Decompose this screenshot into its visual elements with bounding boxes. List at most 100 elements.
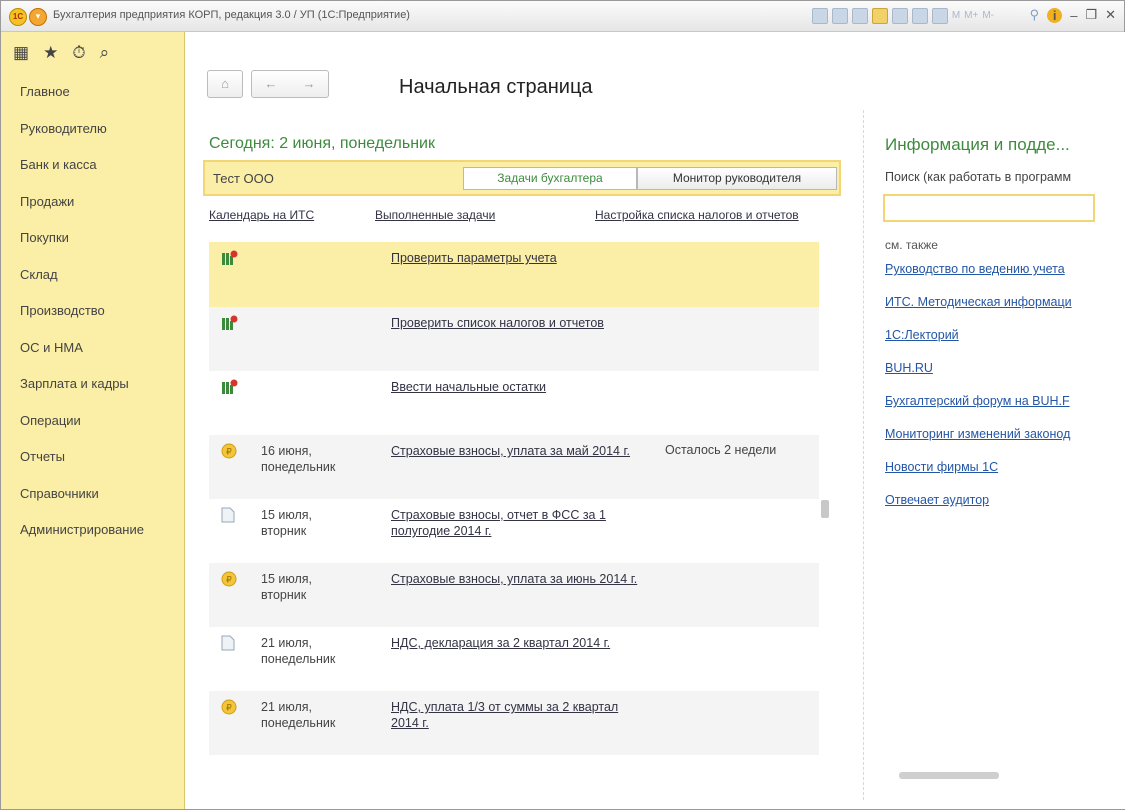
sidebar-tools: ▦ ★ ⏱ ⌕	[1, 32, 184, 74]
task-link[interactable]: НДС, уплата 1/3 от суммы за 2 квартал 20…	[391, 699, 649, 731]
task-row[interactable]: Ввести начальные остатки	[209, 371, 819, 435]
info-panel-title: Информация и подде...	[885, 135, 1070, 154]
home-icon: ⌂	[221, 76, 229, 91]
sidebar-item-admin[interactable]: Администрирование	[1, 512, 184, 549]
task-row[interactable]: ₽16 июня, понедельник Страховые взносы, у…	[209, 435, 819, 499]
task-link[interactable]: Страховые взносы, отчет в ФСС за 1 полуг…	[391, 507, 649, 539]
sidebar-item-assets[interactable]: ОС и НМА	[1, 330, 184, 367]
task-date: 21 июля, понедельник	[261, 700, 336, 730]
report-document-icon	[221, 507, 239, 523]
sidebar-item-director[interactable]: Руководителю	[1, 111, 184, 148]
tax-list-settings-link[interactable]: Настройка списка налогов и отчетов	[595, 208, 799, 222]
home-button[interactable]: ⌂	[207, 70, 243, 98]
info-link-its[interactable]: ИТС. Методическая информаци	[885, 295, 1095, 328]
info-hscrollbar[interactable]	[885, 770, 1095, 780]
back-arrow-icon[interactable]: ←	[265, 71, 278, 97]
svg-text:₽: ₽	[226, 448, 232, 458]
sidebar-item-bank[interactable]: Банк и касса	[1, 147, 184, 184]
organization-bar: Тест ООО Задачи бухгалтера Монитор руков…	[203, 160, 841, 196]
window-controls: ⚲ i – ❐ ✕	[1030, 7, 1116, 23]
favorites-icon[interactable]	[871, 8, 888, 24]
info-link-guide[interactable]: Руководство по ведению учета	[885, 262, 1095, 295]
all-functions-icon[interactable]: ▦	[13, 43, 29, 63]
organization-name: Тест ООО	[213, 171, 274, 186]
forward-arrow-icon[interactable]: →	[303, 71, 316, 97]
task-row[interactable]: 15 июля, вторник Страховые взносы, отчет …	[209, 499, 819, 563]
navigation-bar: ⌂ ← →	[207, 70, 329, 98]
task-link[interactable]: Проверить список налогов и отчетов	[391, 315, 649, 331]
info-link-news[interactable]: Новости фирмы 1С	[885, 460, 1095, 493]
title-bar: 1С ▾ Бухгалтерия предприятия КОРП, редак…	[1, 1, 1124, 32]
sidebar-item-reports[interactable]: Отчеты	[1, 439, 184, 476]
panel-divider	[863, 110, 864, 800]
task-link[interactable]: Страховые взносы, уплата за июнь 2014 г.	[391, 571, 649, 587]
sidebar-item-main[interactable]: Главное	[1, 74, 184, 111]
checklist-icon	[221, 315, 239, 331]
memory-subtract-button[interactable]: M-	[982, 8, 994, 24]
task-link[interactable]: НДС, декларация за 2 квартал 2014 г.	[391, 635, 649, 651]
task-link[interactable]: Страховые взносы, уплата за май 2014 г.	[391, 443, 649, 459]
sidebar-item-purchases[interactable]: Покупки	[1, 220, 184, 257]
sidebar-item-operations[interactable]: Операции	[1, 403, 184, 440]
tab-director-monitor[interactable]: Монитор руководителя	[637, 167, 837, 190]
svg-text:₽: ₽	[226, 704, 232, 714]
task-row[interactable]: ₽21 июля, понедельник НДС, уплата 1/3 от …	[209, 691, 819, 755]
completed-tasks-link[interactable]: Выполненные задачи	[375, 208, 495, 222]
info-links: Руководство по ведению учета ИТС. Методи…	[885, 262, 1095, 526]
task-date: 15 июля, вторник	[261, 508, 312, 538]
history-clock-icon[interactable]: ⏱	[72, 43, 85, 63]
restore-button[interactable]: ❐	[1085, 7, 1097, 23]
app-window: 1С ▾ Бухгалтерия предприятия КОРП, редак…	[0, 0, 1125, 810]
start-page: ⌂ ← → Начальная страница Сегодня: 2 июня…	[185, 32, 1125, 809]
minimize-button[interactable]: –	[1070, 8, 1077, 23]
history-arrows: ← →	[251, 70, 329, 98]
info-link-auditor[interactable]: Отвечает аудитор	[885, 493, 1095, 526]
help-search-input[interactable]	[883, 194, 1095, 222]
1c-logo-icon[interactable]: 1С	[9, 8, 27, 26]
checklist-icon	[221, 379, 239, 395]
preview-icon[interactable]	[851, 8, 868, 24]
connect-icon[interactable]: ⚲	[1030, 7, 1040, 23]
history-icon[interactable]	[891, 8, 908, 24]
task-row[interactable]: Проверить список налогов и отчетов	[209, 307, 819, 371]
sections-panel: ▦ ★ ⏱ ⌕ Главное Руководителю Банк и касс…	[1, 32, 185, 809]
sidebar-item-salary[interactable]: Зарплата и кадры	[1, 366, 184, 403]
title-toolbar: M M+ M-	[811, 8, 994, 24]
sidebar-menu: Главное Руководителю Банк и касса Продаж…	[1, 74, 184, 549]
tab-accountant-tasks[interactable]: Задачи бухгалтера	[463, 167, 637, 190]
calculator-icon[interactable]	[911, 8, 928, 24]
search-label: Поиск (как работать в программ	[885, 170, 1072, 184]
window-title: Бухгалтерия предприятия КОРП, редакция 3…	[53, 9, 410, 21]
sidebar-item-warehouse[interactable]: Склад	[1, 257, 184, 294]
task-date: 15 июля, вторник	[261, 572, 312, 602]
info-link-buhru[interactable]: BUH.RU	[885, 361, 1095, 394]
favorites-star-icon[interactable]: ★	[43, 43, 58, 63]
search-icon[interactable]: ⌕	[100, 43, 110, 63]
sidebar-item-production[interactable]: Производство	[1, 293, 184, 330]
task-link[interactable]: Ввести начальные остатки	[391, 379, 649, 395]
task-row[interactable]: ₽15 июля, вторник Страховые взносы, уплат…	[209, 563, 819, 627]
payment-coin-icon: ₽	[221, 571, 239, 587]
save-icon[interactable]	[811, 8, 828, 24]
its-calendar-link[interactable]: Календарь на ИТС	[209, 208, 314, 222]
memory-add-button[interactable]: M+	[964, 8, 978, 24]
task-row[interactable]: Проверить параметры учета	[209, 242, 819, 307]
close-button[interactable]: ✕	[1105, 7, 1116, 23]
see-also-label: см. также	[885, 238, 938, 252]
info-link-law-monitoring[interactable]: Мониторинг изменений законод	[885, 427, 1095, 460]
info-link-lectures[interactable]: 1С:Лекторий	[885, 328, 1095, 361]
info-link-forum[interactable]: Бухгалтерский форум на BUH.F	[885, 394, 1095, 427]
task-link[interactable]: Проверить параметры учета	[391, 250, 649, 266]
sidebar-item-catalogs[interactable]: Справочники	[1, 476, 184, 513]
page-title: Начальная страница	[399, 76, 593, 98]
sidebar-item-sales[interactable]: Продажи	[1, 184, 184, 221]
scroll-thumb[interactable]	[899, 772, 999, 779]
task-row[interactable]: 21 июля, понедельник НДС, декларация за 2…	[209, 627, 819, 691]
print-icon[interactable]	[831, 8, 848, 24]
info-icon[interactable]: i	[1047, 7, 1063, 23]
main-menu-button[interactable]: ▾	[29, 8, 47, 26]
memory-button[interactable]: M	[952, 8, 960, 24]
tasks-scrollbar[interactable]	[821, 500, 829, 518]
today-date: Сегодня: 2 июня, понедельник	[209, 135, 435, 152]
calendar-icon[interactable]	[931, 8, 948, 24]
